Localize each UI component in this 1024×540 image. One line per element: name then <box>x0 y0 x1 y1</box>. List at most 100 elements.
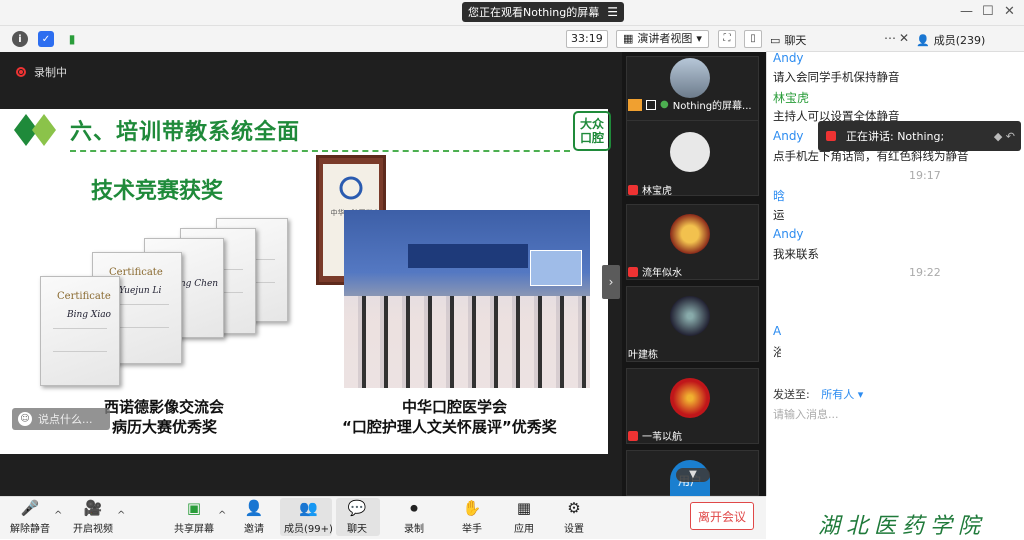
caption-right-line1: 中华口腔医学会 <box>402 398 508 416</box>
chevron-up-icon[interactable]: ^ <box>54 510 62 521</box>
send-to-row: 发送至: 所有人 ▾ <box>773 386 863 402</box>
mic-muted-icon <box>628 184 638 195</box>
chat-message: 我来联系 <box>773 247 819 261</box>
chat-sender: Andy <box>773 129 804 143</box>
redacted-area <box>781 318 1009 362</box>
chat-timestamp: 19:17 <box>909 169 941 182</box>
share-screen-label: 共享屏幕 <box>174 524 214 535</box>
fullscreen-icon[interactable]: ⛶ <box>718 30 736 48</box>
close-icon[interactable]: ✕ <box>899 31 909 45</box>
tab-members-label: 成员(239) <box>933 34 986 47</box>
members-button[interactable]: 👥 成员(99+) <box>284 498 333 535</box>
caption-left-line1: 西诺德影像交流会 <box>104 398 225 416</box>
say-something-placeholder: 说点什么... <box>38 413 93 426</box>
caption-right-line2: “口腔护理人文关怀展评”优秀奖 <box>342 418 557 436</box>
participant-name: 流年似水 <box>642 268 682 279</box>
send-to-select[interactable]: 所有人 ▾ <box>821 388 863 401</box>
close-window-icon[interactable]: ✕ <box>1004 4 1015 19</box>
participant-label: 一苇以航 <box>628 428 682 443</box>
start-video-button[interactable]: 🎥 开启视频 <box>73 498 113 535</box>
logo-line2: 口腔 <box>579 131 604 145</box>
recording-indicator: 录制中 <box>16 64 67 80</box>
chevron-down-icon: ▾ <box>696 32 702 45</box>
chat-input[interactable]: 请输入消息... <box>773 406 839 422</box>
emoji-icon[interactable]: ☺ <box>18 412 32 426</box>
speaking-indicator: 正在讲话: Nothing; ◆ ↶ <box>818 121 1021 151</box>
mic-muted-icon <box>826 131 836 141</box>
tab-chat-label: 聊天 <box>784 34 807 47</box>
info-icon[interactable]: i <box>12 31 28 47</box>
unmute-button[interactable]: 🎤 解除静音 <box>10 498 50 535</box>
chat-message: 运 <box>773 208 785 222</box>
host-icon <box>628 98 642 111</box>
chat-sender: 林宝虎 <box>773 91 810 105</box>
participant-label: 叶建栋 <box>628 346 658 361</box>
maximize-icon[interactable]: ☐ <box>982 4 994 19</box>
start-video-label: 开启视频 <box>73 524 113 535</box>
send-to-target: 所有人 <box>821 388 855 401</box>
participant-label: 林宝虎 <box>628 182 672 197</box>
record-dot-icon <box>16 67 26 77</box>
invite-button[interactable]: 👤 邀请 <box>243 498 265 535</box>
speaking-controls-icon[interactable]: ◆ ↶ <box>994 130 1015 143</box>
gallery-down-button[interactable]: ▼ <box>676 468 710 482</box>
participant-name: 林宝虎 <box>642 186 672 197</box>
meeting-timer: 33:19 <box>566 30 608 48</box>
more-options-icon[interactable]: ⋯ <box>884 31 896 45</box>
signal-icon[interactable]: ▮ <box>64 31 80 47</box>
diamond-logo-icon <box>14 114 56 146</box>
raise-hand-button[interactable]: ✋ 举手 <box>461 498 483 535</box>
view-mode-select[interactable]: ▦ 演讲者视图 ▾ <box>616 30 709 48</box>
settings-label: 设置 <box>564 524 584 535</box>
caption-left-line2: 病历大赛优秀奖 <box>112 418 218 436</box>
participant-name: 叶建栋 <box>628 350 658 361</box>
avatar <box>670 378 710 418</box>
conference-hall-photo <box>344 210 590 388</box>
slide-title: 六、培训带教系统全面 <box>70 120 301 145</box>
mic-on-icon: ● <box>660 99 669 110</box>
record-label: 录制 <box>404 524 424 535</box>
share-screen-button[interactable]: ▣ 共享屏幕 <box>174 498 214 535</box>
people-icon: 👥 <box>299 499 318 517</box>
apps-grid-icon: ▦ <box>516 499 532 517</box>
camera-off-icon: 🎥 <box>83 499 103 517</box>
collapse-gallery-button[interactable]: › <box>602 265 620 299</box>
tab-members[interactable]: 👤 成员(239) <box>916 32 985 48</box>
shield-icon[interactable]: ✓ <box>38 31 54 47</box>
grid-icon: ▦ <box>623 32 634 45</box>
person-icon: 👤 <box>916 33 930 47</box>
association-seal-icon <box>339 176 363 200</box>
share-banner-text: 您正在观看Nothing的屏幕 <box>468 6 600 19</box>
chat-message: 请入会同学手机保持静音 <box>773 70 900 84</box>
chat-sender: A <box>773 324 782 338</box>
view-mode-label: 演讲者视图 <box>637 32 693 45</box>
gear-icon: ⚙ <box>567 499 581 517</box>
chevron-up-icon[interactable]: ^ <box>218 510 226 521</box>
chat-timestamp: 19:22 <box>909 266 941 279</box>
chat-bubble-icon: 💬 <box>347 499 367 517</box>
redacted-area <box>784 196 1022 224</box>
mic-muted-icon <box>628 266 638 277</box>
chat-button[interactable]: 💬 聊天 <box>346 498 368 535</box>
tab-chat[interactable]: ▭ 聊天 <box>770 32 806 48</box>
certificate-signature: Bing Xiao <box>67 310 111 320</box>
record-button[interactable]: ⏺ 录制 <box>403 498 425 535</box>
sidebar-toggle-icon[interactable]: ▯ <box>744 30 762 48</box>
speaking-text: 正在讲话: Nothing; <box>846 130 945 143</box>
mic-muted-icon <box>628 430 638 441</box>
raise-hand-label: 举手 <box>462 524 482 535</box>
chevron-up-icon[interactable]: ^ <box>117 510 125 521</box>
minimize-icon[interactable]: — <box>960 4 973 19</box>
apps-button[interactable]: ▦ 应用 <box>513 498 535 535</box>
avatar <box>670 132 710 172</box>
settings-button[interactable]: ⚙ 设置 <box>563 498 585 535</box>
hand-icon: ✋ <box>462 499 482 517</box>
menu-icon[interactable]: ☰ <box>607 5 618 19</box>
add-user-icon: 👤 <box>244 499 264 517</box>
leave-meeting-button[interactable]: 离开会议 <box>690 502 754 530</box>
participant-label: ● Nothing的屏幕... <box>628 97 752 112</box>
share-banner[interactable]: 您正在观看Nothing的屏幕 ☰ <box>462 2 625 22</box>
brand-logo: 大众 口腔 <box>573 111 611 151</box>
certificate-heading: Certificate <box>57 291 111 302</box>
say-something-input[interactable]: ☺ 说点什么... <box>12 408 110 430</box>
